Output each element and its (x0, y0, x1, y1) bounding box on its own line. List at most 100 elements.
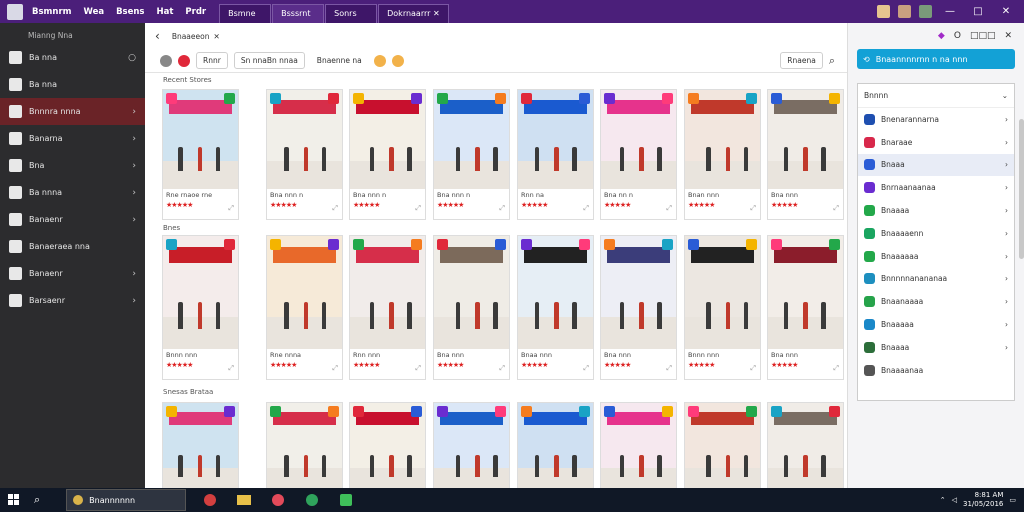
store-card[interactable]: Bna nnn ★★★★★ ⤢ (600, 235, 677, 380)
menu-item[interactable]: Hat (154, 5, 177, 19)
category-item[interactable]: Bnaaa › (858, 153, 1014, 177)
store-card[interactable]: Bnaa nnn ★★★★★ ⤢ (517, 235, 594, 380)
toolbar-icon[interactable]: O (954, 31, 961, 41)
store-card[interactable] (600, 402, 677, 488)
store-card[interactable]: Bnnn nnn ★★★★★ ⤢ (684, 235, 761, 380)
close-icon[interactable]: ✕ (1004, 31, 1012, 41)
store-card[interactable] (767, 402, 844, 488)
menu-item[interactable]: Bsmnrm (29, 5, 75, 19)
menu-item[interactable]: Bsens (113, 5, 147, 19)
record-icon[interactable] (178, 54, 190, 67)
toolbar-icon[interactable]: ◆ (938, 31, 945, 41)
share-icon[interactable]: ⤢ (228, 364, 234, 373)
toggle-icon[interactable] (160, 54, 172, 67)
sidebar-item[interactable]: Banaeraea nna (0, 233, 145, 260)
volume-icon[interactable]: ◁ (952, 496, 957, 504)
share-icon[interactable]: ⤢ (833, 204, 839, 213)
store-card[interactable]: Bna nnn n ★★★★★ ⤢ (433, 89, 510, 220)
store-card[interactable]: Bna nnn n ★★★★★ ⤢ (349, 89, 426, 220)
emoji-icon[interactable] (373, 54, 386, 67)
clock[interactable]: 8:81 AM 31/05/2016 (963, 491, 1003, 509)
share-icon[interactable]: ⤢ (750, 364, 756, 373)
taskbar-search[interactable]: Bnannnnnn (66, 489, 187, 511)
share-icon[interactable]: ⤢ (750, 204, 756, 213)
store-card[interactable] (433, 402, 510, 488)
share-icon[interactable]: ⤢ (666, 364, 672, 373)
category-item[interactable]: Bnaanaaaa › (858, 290, 1014, 313)
tab[interactable]: Sonrs (325, 4, 378, 23)
share-icon[interactable]: ⤢ (833, 364, 839, 373)
avatar[interactable] (898, 5, 911, 18)
sidebar-item[interactable]: Ba nnna › (0, 179, 145, 206)
search-icon[interactable]: ⌕ (34, 493, 40, 507)
share-icon[interactable]: ⤢ (499, 204, 505, 213)
store-card[interactable]: Bnan nnn ★★★★★ ⤢ (684, 89, 761, 220)
sidebar-item[interactable]: Banaenr › (0, 260, 145, 287)
share-icon[interactable]: ⤢ (332, 204, 338, 213)
store-card[interactable]: Rnn na ★★★★★ ⤢ (517, 89, 594, 220)
store-card[interactable]: Bna nnn n ★★★★★ ⤢ (266, 89, 343, 220)
tab-active[interactable]: Bsssrnt (272, 4, 325, 23)
emoji-icon[interactable] (391, 54, 404, 67)
tab[interactable]: Bsmne (219, 4, 272, 23)
sidebar-item[interactable]: Banarna › (0, 125, 145, 152)
share-icon[interactable]: ⤢ (228, 204, 234, 213)
search-icon[interactable]: ⌕ (829, 54, 835, 68)
filter-chip[interactable]: Sn nnaBn nnaa (233, 52, 305, 69)
filter-chip[interactable]: Bnaenne na (310, 53, 368, 68)
store-card[interactable] (517, 402, 594, 488)
share-icon[interactable]: ⤢ (583, 364, 589, 373)
category-item[interactable]: Bnaaaaenn › (858, 222, 1014, 245)
sidebar-item[interactable]: Barsaenr › (0, 287, 145, 314)
store-card[interactable]: Rnn nnn ★★★★★ ⤢ (349, 235, 426, 380)
category-item[interactable]: Bnrnaanaanaa › (858, 176, 1014, 199)
avatar[interactable] (919, 5, 932, 18)
start-button[interactable] (0, 488, 28, 512)
browser-icon[interactable] (268, 490, 288, 510)
store-card[interactable]: Bna nn n ★★★★★ ⤢ (600, 89, 677, 220)
sidebar-item[interactable]: Bna › (0, 152, 145, 179)
tab[interactable]: Dokrnaarrr ✕ (378, 4, 449, 23)
share-icon[interactable]: ⤢ (499, 364, 505, 373)
category-item[interactable]: Bnaraae › (858, 131, 1014, 154)
share-icon[interactable]: ⤢ (415, 204, 421, 213)
store-icon[interactable] (336, 490, 356, 510)
menu-item[interactable]: Wea (81, 5, 108, 19)
category-item[interactable]: Bnnnnnanananaa › (858, 268, 1014, 291)
store-card[interactable]: Rne nnna ★★★★★ ⤢ (266, 235, 343, 380)
store-card[interactable] (162, 402, 239, 488)
store-card[interactable]: Rne rnaoe rne ★★★★★ ⤢ (162, 89, 239, 220)
category-item[interactable]: Bnaaaa › (858, 199, 1014, 222)
folder-icon[interactable] (234, 490, 254, 510)
primary-action-button[interactable]: ⟲ Bnaannnnrnn n na nnn (857, 49, 1015, 69)
menu-item[interactable]: Prdr (182, 5, 209, 19)
toolbar-icon[interactable]: □□□ (970, 31, 996, 41)
category-item[interactable]: Bnaaaaa › (858, 313, 1014, 336)
store-card[interactable] (266, 402, 343, 488)
sidebar-item[interactable]: Ba nna ○ (0, 44, 145, 71)
avatar[interactable] (877, 5, 890, 18)
store-card[interactable]: Bna nnn ★★★★★ ⤢ (767, 235, 844, 380)
filter-chip[interactable]: Rnnr (196, 52, 228, 69)
scrollbar[interactable] (1019, 119, 1024, 259)
sidebar-item[interactable]: Bnnnra nnna › (0, 98, 145, 125)
category-item[interactable]: Bnenarannarna › (858, 108, 1014, 131)
category-list-header[interactable]: Bnnnn ⌄ (858, 84, 1014, 108)
action-button[interactable]: Rnaena (780, 52, 823, 69)
sidebar-item[interactable]: Ba nna (0, 71, 145, 98)
category-item[interactable]: Bnaaaa › (858, 336, 1014, 359)
close-icon[interactable]: ✕ (213, 32, 219, 41)
network-icon[interactable]: ⌃ (940, 496, 946, 504)
store-card[interactable] (349, 402, 426, 488)
notification-icon[interactable]: ▭ (1009, 496, 1016, 504)
store-card[interactable]: Bna nnn ★★★★★ ⤢ (433, 235, 510, 380)
chrome-icon[interactable] (200, 490, 220, 510)
store-card[interactable]: Bna nnn ★★★★★ ⤢ (767, 89, 844, 220)
store-card[interactable]: Bnnn nnn ★★★★★ ⤢ (162, 235, 239, 380)
edge-icon[interactable] (302, 490, 322, 510)
share-icon[interactable]: ⤢ (332, 364, 338, 373)
category-item[interactable]: Bnaaaanaa (858, 359, 1014, 382)
share-icon[interactable]: ⤢ (666, 204, 672, 213)
minimize-button[interactable]: — (940, 6, 960, 17)
sidebar-item[interactable]: Banaenr › (0, 206, 145, 233)
